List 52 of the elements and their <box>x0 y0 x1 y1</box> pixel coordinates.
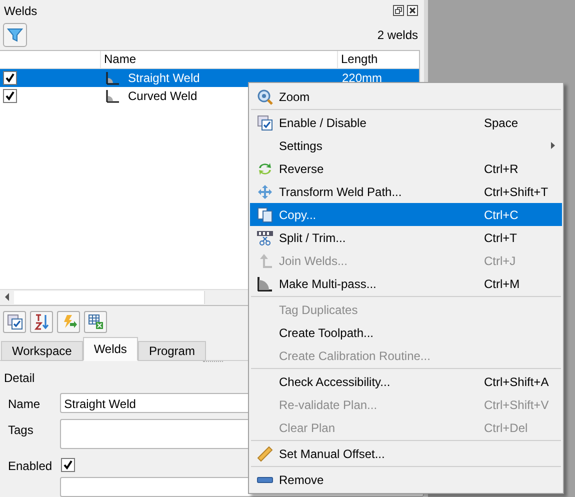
menu-item[interactable]: Split / Trim... Ctrl+T <box>250 226 562 249</box>
field-label: Enabled <box>8 459 52 474</box>
column-header[interactable]: Name <box>101 51 338 68</box>
angle-icon <box>106 71 120 86</box>
float-icon[interactable] <box>393 5 404 16</box>
menu-item[interactable]: Check Accessibility... Ctrl+Shift+A <box>250 370 562 393</box>
sort-button[interactable] <box>30 310 53 333</box>
menu-item[interactable]: Transform Weld Path... Ctrl+Shift+T <box>250 180 562 203</box>
menu-item[interactable]: Copy... Ctrl+C <box>250 203 562 226</box>
menu-item[interactable]: Set Manual Offset... <box>250 442 562 465</box>
tab[interactable]: Welds <box>82 337 138 362</box>
table-export-button[interactable] <box>84 310 107 333</box>
weld-length: 220mm <box>342 71 382 86</box>
ruler-icon <box>256 446 272 462</box>
field-label: Name <box>8 397 40 412</box>
magnifier-icon <box>256 88 272 104</box>
weld-name: Straight Weld <box>128 71 200 86</box>
section-title: Detail <box>4 371 35 386</box>
minus-icon <box>256 476 272 482</box>
tab[interactable]: Workspace <box>1 341 83 362</box>
menu-item[interactable]: Create Toolpath... <box>250 321 562 344</box>
cycle-icon <box>256 160 272 176</box>
checkbox[interactable] <box>3 70 17 85</box>
move-icon <box>256 184 272 200</box>
panel-title: Welds <box>4 4 38 18</box>
menu-item[interactable]: Reverse Ctrl+R <box>250 157 562 180</box>
field-label: Tags <box>8 423 34 438</box>
column-header[interactable]: Length <box>338 51 419 68</box>
scroll-left-icon[interactable] <box>5 292 9 301</box>
checkbox-icon <box>256 114 272 130</box>
weld-count: 2 welds <box>377 28 418 42</box>
close-icon[interactable] <box>407 5 418 16</box>
menu-item[interactable]: Zoom <box>250 85 562 108</box>
menu-item[interactable]: Enable / Disable Space <box>250 111 562 134</box>
sort-icon <box>34 314 50 330</box>
angle-icon <box>256 276 272 292</box>
checkbox-icon <box>6 314 22 330</box>
menu-item[interactable]: Settings <box>250 134 562 157</box>
export-button[interactable] <box>57 310 80 333</box>
scissors-icon <box>256 230 272 246</box>
grid-icon <box>88 314 104 330</box>
weld-name: Curved Weld <box>128 89 198 104</box>
checkbox[interactable] <box>3 88 17 103</box>
enabled-checkbox[interactable] <box>61 458 75 472</box>
tab[interactable]: Program <box>138 341 206 362</box>
select-button[interactable] <box>3 310 26 333</box>
filter-button[interactable] <box>3 22 27 47</box>
copy-icon <box>256 206 272 222</box>
funnel-icon <box>7 26 23 43</box>
menu-item[interactable]: Make Multi-pass... Ctrl+M <box>250 272 562 295</box>
angle-icon <box>106 89 120 104</box>
menu-item[interactable]: Remove <box>250 468 562 491</box>
